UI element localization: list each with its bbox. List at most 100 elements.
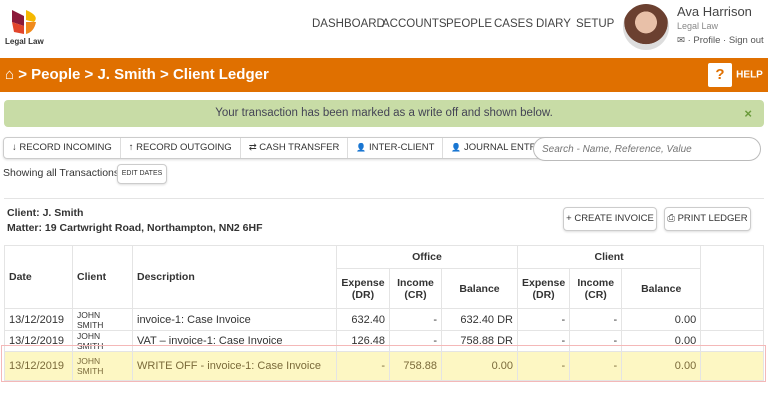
cell-office-income: - (389, 330, 442, 352)
ledger-table: Date Client Description Office Client Ex… (4, 245, 764, 381)
cell-office-income: 758.88 (389, 351, 442, 381)
arrow-down-icon: ↓ (12, 142, 17, 153)
user-links: ✉ · Profile · Sign out (677, 35, 764, 46)
th-date[interactable]: Date (4, 245, 73, 309)
table-row[interactable]: 13/12/2019 JOHN SMITH invoice-1: Case Invo… (4, 308, 764, 331)
logo-icon (12, 10, 36, 34)
inter-client-button[interactable]: 👤 INTER-CLIENT (348, 138, 444, 158)
sep: > (160, 66, 169, 83)
transaction-toolbar: ↓ RECORD INCOMING ↑ RECORD OUTGOING ⇄ CA… (3, 137, 552, 159)
cell-office-expense: - (336, 351, 390, 381)
transfer-icon: ⇄ (248, 142, 257, 153)
signout-link[interactable]: Sign out (729, 35, 764, 46)
user-icon: 👤 (451, 143, 462, 152)
logo[interactable] (10, 8, 42, 36)
cell-description: invoice-1: Case Invoice (132, 308, 337, 331)
cell-client: JOHN SMITH (72, 308, 133, 331)
th-office-expense: Expense (DR) (336, 268, 390, 309)
breadcrumb: ⌂ > People > J. Smith > Client Ledger ? … (0, 58, 768, 92)
cell-description: VAT – invoice-1: Case Invoice (132, 330, 337, 352)
crumb-client[interactable]: J. Smith (97, 66, 155, 83)
nav-cases[interactable]: CASES (494, 18, 533, 30)
search-input[interactable] (533, 137, 761, 161)
cell-client: JOHN SMITH (72, 330, 133, 352)
nav-dashboard[interactable]: DASHBOARD (312, 18, 385, 30)
th-client[interactable]: Client (72, 245, 133, 309)
th-description[interactable]: Description (132, 245, 337, 309)
cell-office-expense: 126.48 (336, 330, 390, 352)
create-invoice-button[interactable]: + CREATE INVOICE (563, 207, 657, 231)
print-ledger-button[interactable]: ⎙ PRINT LEDGER (664, 207, 751, 231)
cell-blank (700, 330, 764, 352)
label: PRINT LEDGER (677, 213, 748, 224)
cell-client: JOHN SMITH (72, 351, 133, 381)
help-label: HELP (736, 69, 763, 81)
user-icon: 👤 (356, 143, 367, 152)
edit-dates-button[interactable]: EDIT DATES (117, 164, 167, 184)
th-office: Office (336, 245, 518, 269)
label: JOURNAL ENTRY (464, 142, 543, 153)
nav-people[interactable]: PEOPLE (446, 18, 492, 30)
mail-icon[interactable]: ✉ (677, 35, 685, 46)
ledger-panel (4, 198, 764, 199)
label: CASH TRANSFER (259, 142, 340, 153)
cell-office-balance: 0.00 (441, 351, 518, 381)
table-row[interactable]: 13/12/2019 JOHN SMITH VAT – invoice-1: Cas… (4, 330, 764, 352)
cell-date: 13/12/2019 (4, 351, 73, 381)
th-client-group: Client (516, 245, 702, 269)
arrow-up-icon: ↑ (128, 142, 134, 153)
th-blank (700, 245, 764, 309)
crumb-current: Client Ledger (172, 66, 269, 83)
table-row[interactable]: 13/12/2019 JOHN SMITH WRITE OFF - invoice-… (4, 351, 764, 381)
cell-client-income: - (569, 308, 623, 331)
sep: · (723, 35, 727, 46)
cell-date: 13/12/2019 (4, 308, 73, 331)
sep: > (18, 66, 27, 83)
close-icon[interactable]: × (744, 100, 752, 127)
cell-client-expense: - (516, 308, 571, 331)
record-outgoing-button[interactable]: ↑ RECORD OUTGOING (121, 138, 241, 158)
success-alert: Your transaction has been marked as a wr… (4, 100, 764, 127)
cell-office-balance: 632.40 DR (441, 308, 518, 331)
cell-client-balance: 0.00 (621, 330, 702, 352)
th-client-income: Income (CR) (569, 268, 623, 309)
cell-client-expense: - (516, 351, 571, 381)
user-name: Ava Harrison (677, 4, 752, 19)
nav-setup[interactable]: SETUP (576, 18, 614, 30)
user-firm: Legal Law (677, 21, 719, 31)
crumb-people[interactable]: People (31, 66, 80, 83)
cell-client-expense: - (516, 330, 571, 352)
profile-link[interactable]: Profile (693, 35, 720, 46)
home-icon[interactable]: ⌂ (5, 66, 14, 83)
th-office-balance: Balance (441, 268, 518, 309)
cell-date: 13/12/2019 (4, 330, 73, 352)
nav-diary[interactable]: DIARY (536, 18, 571, 30)
cell-office-expense: 632.40 (336, 308, 390, 331)
cell-office-balance: 758.88 DR (441, 330, 518, 352)
th-office-income: Income (CR) (389, 268, 442, 309)
nav-accounts[interactable]: ACCOUNTS (382, 18, 447, 30)
avatar[interactable] (623, 4, 669, 50)
cell-office-income: - (389, 308, 442, 331)
cell-client-balance: 0.00 (621, 351, 702, 381)
cell-client-income: - (569, 330, 623, 352)
cell-blank (700, 308, 764, 331)
label: RECORD INCOMING (19, 142, 112, 153)
plus-icon: + (566, 213, 572, 224)
th-client-expense: Expense (DR) (516, 268, 571, 309)
brand-name: Legal Law (5, 37, 44, 46)
sep: > (84, 66, 94, 83)
filter-text: Showing all Transactions (3, 167, 120, 179)
cell-client-balance: 0.00 (621, 308, 702, 331)
cash-transfer-button[interactable]: ⇄ CASH TRANSFER (241, 138, 349, 158)
cell-description: WRITE OFF - invoice-1: Case Invoice (132, 351, 337, 381)
label: CREATE INVOICE (574, 213, 654, 224)
record-incoming-button[interactable]: ↓ RECORD INCOMING (4, 138, 121, 158)
client-label: Client: J. Smith (7, 207, 84, 219)
cell-client-income: - (569, 351, 623, 381)
label: INTER-CLIENT (368, 142, 435, 153)
print-icon: ⎙ (667, 213, 675, 224)
help-button[interactable]: ? HELP (708, 63, 763, 87)
cell-blank (700, 351, 764, 381)
help-icon: ? (708, 63, 732, 87)
